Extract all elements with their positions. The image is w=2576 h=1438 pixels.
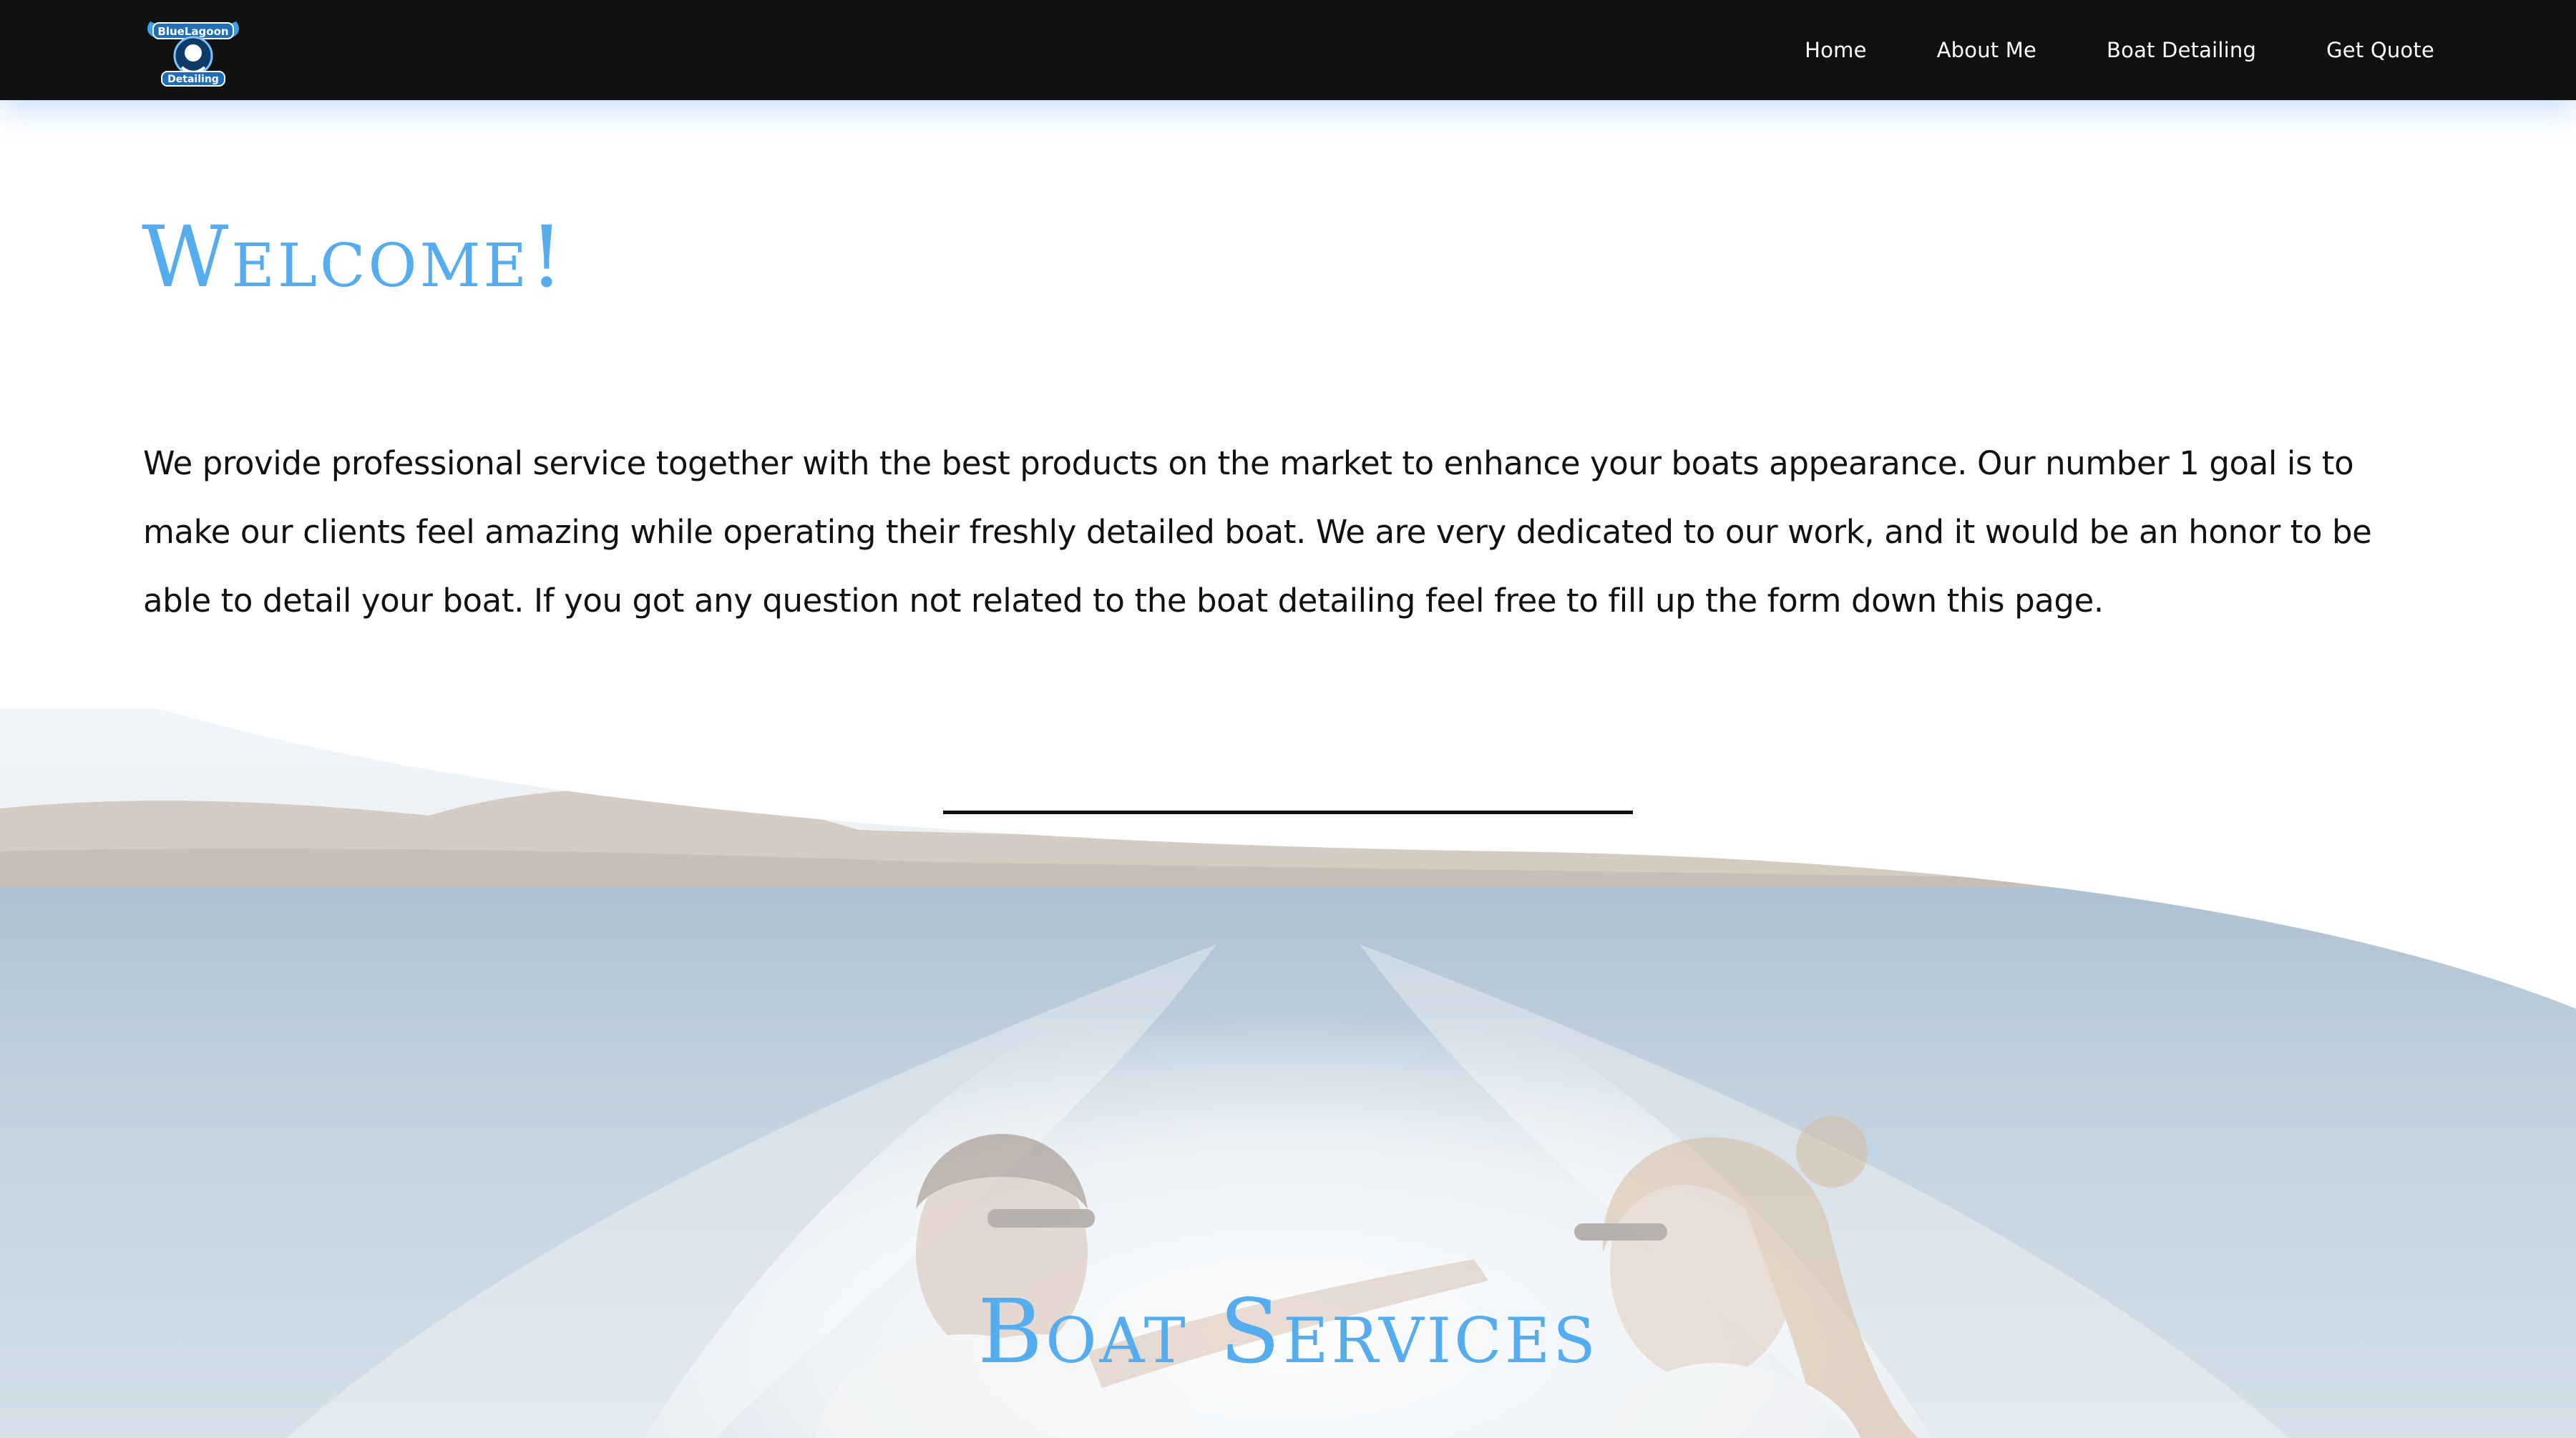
section-divider [943, 811, 1633, 814]
nav-boat-detailing[interactable]: Boat Detailing [2107, 38, 2256, 62]
nav-get-quote[interactable]: Get Quote [2326, 38, 2434, 62]
logo-text-top: BlueLagoon [157, 25, 228, 38]
site-header: BlueLagoon Detailing Home About Me Boat … [0, 0, 2576, 100]
welcome-heading: Welcome! [142, 207, 567, 306]
logo[interactable]: BlueLagoon Detailing [143, 9, 243, 92]
boat-services-heading: Boat Services [977, 1281, 1599, 1384]
logo-icon: BlueLagoon Detailing [147, 21, 240, 87]
logo-text-bottom: Detailing [167, 74, 219, 85]
welcome-paragraph: We provide professional service together… [143, 444, 2372, 620]
nav-about-me[interactable]: About Me [1937, 38, 2036, 62]
main-nav: Home About Me Boat Detailing Get Quote [1805, 0, 2434, 100]
nav-home[interactable]: Home [1805, 38, 1866, 62]
